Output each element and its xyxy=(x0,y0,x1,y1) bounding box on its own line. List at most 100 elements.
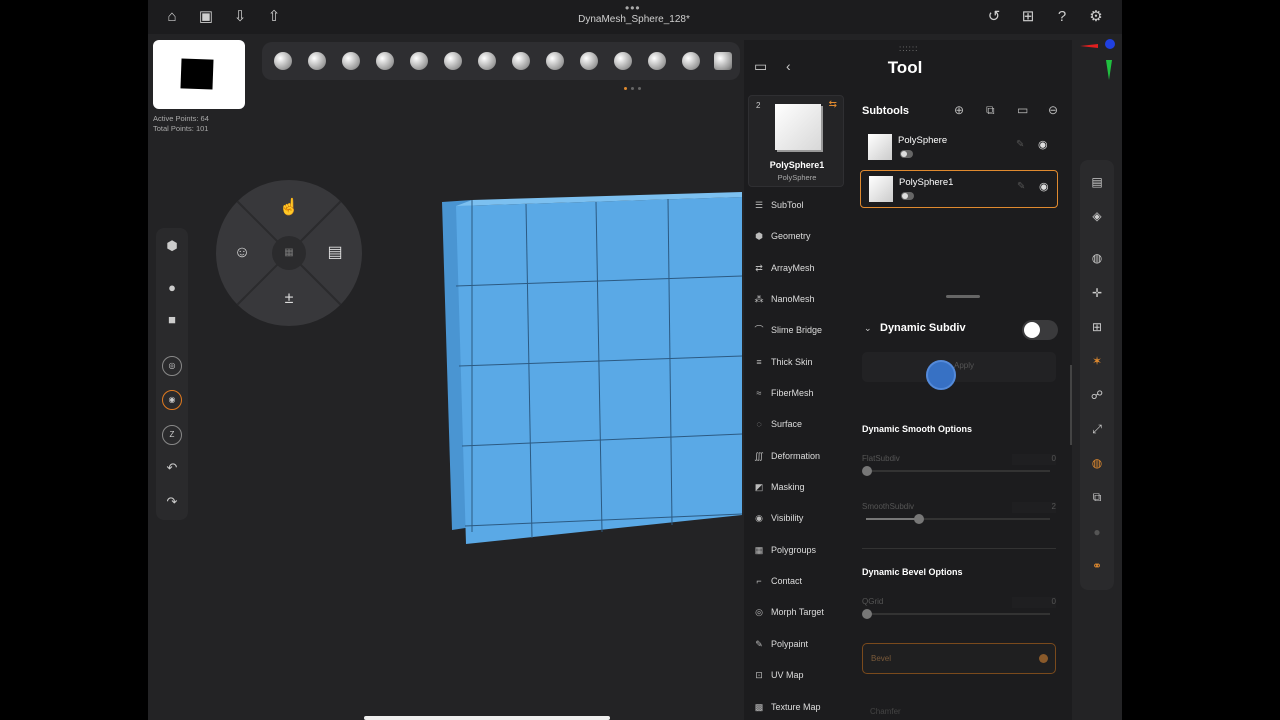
symmetry-icon[interactable]: ✶ xyxy=(1087,351,1107,371)
import-icon[interactable]: ⇩ xyxy=(231,8,249,26)
save-icon[interactable]: ▣ xyxy=(197,8,215,26)
frame-icon[interactable]: ⤢ xyxy=(1087,419,1107,439)
zadd-icon[interactable]: Z xyxy=(162,425,182,445)
menu-item-uv-map[interactable]: ⊡ UV Map xyxy=(752,665,850,685)
gesture-wheel[interactable]: ▦ ☝ ☺ ▤ ± xyxy=(216,180,362,326)
menu-item-polygroups[interactable]: ▦ Polygroups xyxy=(752,540,850,560)
home-icon[interactable]: ⌂ xyxy=(163,8,181,26)
menu-item-slime-bridge[interactable]: ⌒ Slime Bridge xyxy=(752,320,850,340)
qgrid-value[interactable]: 0 xyxy=(1012,597,1056,608)
masks-icon[interactable]: ☺ xyxy=(230,241,254,265)
pin-icon[interactable]: ✎ xyxy=(1016,139,1024,150)
swap-icon[interactable]: ⇆ xyxy=(829,99,837,110)
brush-size-icon[interactable]: ◎ xyxy=(162,356,182,376)
resize-handle[interactable] xyxy=(946,295,980,298)
panel-grip[interactable]: :::::: xyxy=(899,44,918,53)
brush-snake-icon[interactable] xyxy=(614,52,632,70)
menu-item-texture-map[interactable]: ▩ Texture Map xyxy=(752,697,850,717)
menu-item-nanomesh[interactable]: ⁂ NanoMesh xyxy=(752,289,850,309)
plus-minus-icon[interactable]: ± xyxy=(277,287,301,311)
flatsubdiv-value[interactable]: 0 xyxy=(1012,454,1056,465)
menu-item-fibermesh[interactable]: ≈ FiberMesh xyxy=(752,383,850,403)
cube-icon[interactable]: ⬢ xyxy=(162,236,182,256)
chamfer-label[interactable]: Chamfer xyxy=(870,707,901,716)
smoothsubdiv-slider[interactable]: SmoothSubdiv 2 xyxy=(862,502,1056,532)
brush-standard-icon[interactable] xyxy=(376,52,394,70)
brush-inflate-icon[interactable] xyxy=(410,52,428,70)
apply-button[interactable]: Apply xyxy=(862,352,1056,382)
menu-item-deformation[interactable]: ∭ Deformation xyxy=(752,446,850,466)
mesh-viewport[interactable] xyxy=(442,192,744,552)
brush-clay-icon[interactable] xyxy=(274,52,292,70)
solo-icon[interactable]: ● xyxy=(1087,522,1107,542)
gear-icon[interactable]: ⚙ xyxy=(1087,8,1105,26)
slider-knob[interactable] xyxy=(862,609,872,619)
brush-claybuildup-icon[interactable] xyxy=(308,52,326,70)
polyframe-icon[interactable]: ◍ xyxy=(1087,453,1107,473)
subtool-list-icon[interactable]: ▤ xyxy=(1087,172,1107,192)
wheel-center-icon[interactable]: ▦ xyxy=(272,236,306,270)
panel-icon[interactable]: ▤ xyxy=(323,241,347,265)
eye-icon[interactable]: ◉ xyxy=(1039,180,1049,193)
transpose-icon[interactable]: ☍ xyxy=(1087,385,1107,405)
subtool-row[interactable]: PolySphere ✎ ◉ xyxy=(860,129,1058,167)
tool-thumbnail[interactable] xyxy=(153,40,245,109)
undo-icon[interactable]: ↶ xyxy=(162,458,182,478)
menu-item-contact[interactable]: ⌐ Contact xyxy=(752,571,850,591)
remove-subtool-icon[interactable]: ⊖ xyxy=(1048,103,1058,117)
menu-item-geometry[interactable]: ⬢ Geometry xyxy=(752,226,850,246)
top-menu-dots[interactable]: ••• xyxy=(625,1,641,15)
subtool-row-selected[interactable]: PolySphere1 ✎ ◉ xyxy=(860,170,1058,208)
focal-shift-icon[interactable]: ◉ xyxy=(162,390,182,410)
menu-item-polypaint[interactable]: ✎ Polypaint xyxy=(752,634,850,654)
pin-icon[interactable]: ✎ xyxy=(1017,181,1025,192)
subtool-toggle[interactable] xyxy=(901,192,914,200)
brush-smooth-icon[interactable] xyxy=(342,52,360,70)
add-subtool-icon[interactable]: ⊕ xyxy=(954,103,964,117)
color-swatch-icon[interactable]: ■ xyxy=(162,310,182,330)
folder-icon[interactable]: ▭ xyxy=(1017,103,1028,117)
share-icon[interactable]: ⇧ xyxy=(265,8,283,26)
menu-item-thick-skin[interactable]: ≡ Thick Skin xyxy=(752,352,850,372)
back-chevron-icon[interactable]: ‹ xyxy=(786,58,791,74)
history-icon[interactable]: ↺ xyxy=(985,8,1003,26)
brush-flatten-icon[interactable] xyxy=(546,52,564,70)
redo-icon[interactable]: ↷ xyxy=(162,492,182,512)
menu-item-visibility[interactable]: ◉ Visibility xyxy=(752,508,850,528)
floor-grid-icon[interactable]: ✛ xyxy=(1087,283,1107,303)
panel-scrollbar[interactable] xyxy=(1070,365,1072,445)
ghost-icon[interactable]: ⚭ xyxy=(1087,556,1107,576)
brush-dam-icon[interactable] xyxy=(478,52,496,70)
sidebar-toggle-icon[interactable]: ▭ xyxy=(754,58,767,75)
duplicate-subtool-icon[interactable]: ⧉ xyxy=(986,103,995,118)
brush-trim-icon[interactable] xyxy=(682,52,700,70)
brush-planar-icon[interactable] xyxy=(648,52,666,70)
menu-item-arraymesh[interactable]: ⇄ ArrayMesh xyxy=(752,258,850,278)
material-sphere-icon[interactable]: ● xyxy=(162,278,182,298)
help-icon[interactable]: ? xyxy=(1053,8,1071,26)
local-symmetry-icon[interactable]: ⊞ xyxy=(1087,317,1107,337)
brush-sphere-icon[interactable] xyxy=(580,52,598,70)
current-tool-card[interactable]: 2 ⇆ PolySphere1 PolySphere xyxy=(748,95,844,187)
menu-item-masking[interactable]: ◩ Masking xyxy=(752,477,850,497)
layout-icon[interactable]: ⊞ xyxy=(1019,8,1037,26)
dynamic-subdiv-toggle[interactable] xyxy=(1022,320,1058,340)
menu-item-subtool[interactable]: ☰ SubTool xyxy=(752,195,850,215)
bevel-button[interactable]: Bevel xyxy=(862,643,1056,674)
smoothsubdiv-value[interactable]: 2 xyxy=(1012,502,1056,513)
chevron-down-icon[interactable]: ⌄ xyxy=(864,323,872,334)
layers-icon[interactable]: ◈ xyxy=(1087,206,1107,226)
dynamic-subdiv-row[interactable]: ⌄ Dynamic Subdiv xyxy=(850,320,1062,340)
brush-move-icon[interactable] xyxy=(444,52,462,70)
qgrid-slider[interactable]: QGrid 0 xyxy=(862,597,1056,627)
subtool-toggle[interactable] xyxy=(900,150,913,158)
brush-pinch-icon[interactable] xyxy=(512,52,530,70)
flatsubdiv-slider[interactable]: FlatSubdiv 0 xyxy=(862,454,1056,484)
menu-item-morph-target[interactable]: ◎ Morph Target xyxy=(752,602,850,622)
touch-hand-icon[interactable]: ☝ xyxy=(277,196,301,220)
slider-knob[interactable] xyxy=(914,514,924,524)
perspective-icon[interactable]: ◍ xyxy=(1087,248,1107,268)
eye-icon[interactable]: ◉ xyxy=(1038,138,1048,151)
menu-item-surface[interactable]: ◌ Surface xyxy=(752,414,850,434)
brush-mask-icon[interactable] xyxy=(714,52,732,70)
